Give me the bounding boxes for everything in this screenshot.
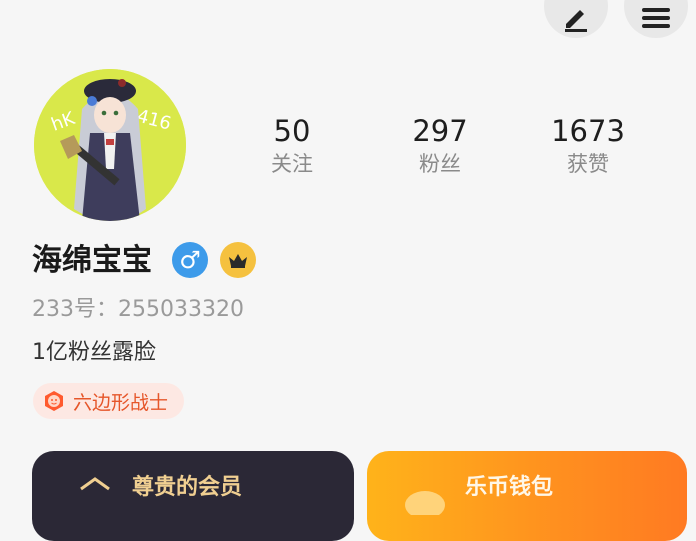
stat-following[interactable]: 50 关注 [232,112,352,178]
likes-count: 1673 [551,114,625,148]
hamburger-menu-icon [642,8,670,28]
wallet-card-title: 乐币钱包 [465,475,554,500]
crown-icon[interactable] [220,242,256,278]
tag-label: 六边形战士 [73,391,169,414]
edit-profile-button[interactable] [544,0,608,38]
stat-likes[interactable]: 1673 获赞 [528,112,648,178]
fans-label: 粉丝 [419,152,461,176]
user-tag[interactable]: 六边形战士 [33,383,184,419]
avatar[interactable]: hK 416 [34,69,186,221]
hexagon-face-icon [45,391,63,411]
menu-button[interactable] [624,0,688,38]
fans-count: 297 [412,114,468,148]
nickname: 海绵宝宝 [32,243,152,278]
following-count: 50 [273,114,311,148]
bio: 1亿粉丝露脸 [32,340,156,365]
wallet-card[interactable]: 乐币钱包 [367,451,687,541]
following-label: 关注 [271,152,313,176]
vip-card-title: 尊贵的会员 [132,475,243,500]
likes-label: 获赞 [567,152,609,176]
avatar-illustration: hK 416 [34,69,186,221]
wallet-coin-icon [405,491,445,515]
user-id: 233号：255033320 [32,297,244,322]
gender-symbol: ♂ [179,246,201,274]
edit-pencil-icon [565,10,587,32]
stat-fans[interactable]: 297 粉丝 [380,112,500,178]
crown-glyph [229,254,247,268]
vip-membership-card[interactable]: 尊贵的会员 [32,451,354,541]
male-gender-icon: ♂ [172,242,208,278]
vip-crown-icon [80,477,110,491]
